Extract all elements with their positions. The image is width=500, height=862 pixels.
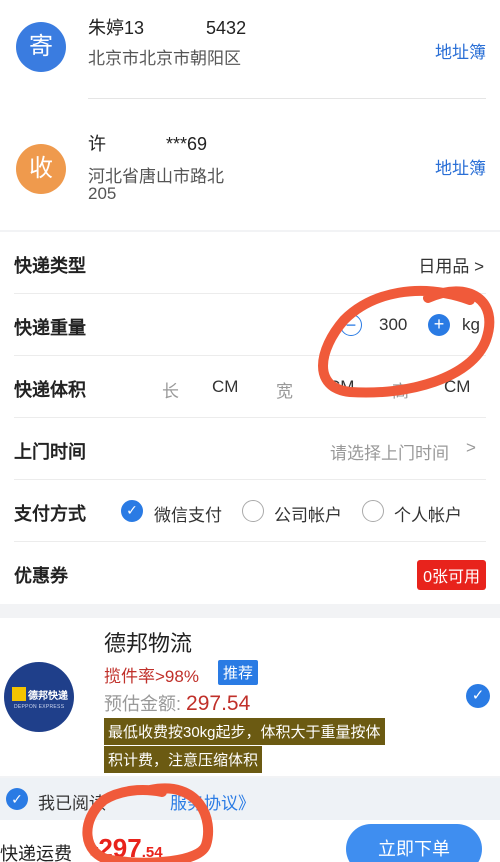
agreement-bar: ✓ 我已阅读 服务协议》	[0, 778, 500, 820]
carrier-selected-check-icon[interactable]: ✓	[466, 684, 490, 708]
pickup-rate: 揽件率>98%	[104, 667, 199, 686]
weight-value[interactable]: 300	[379, 315, 407, 335]
coupon-count-badge[interactable]: 0张可用	[417, 560, 486, 590]
sender-row[interactable]: 寄 朱婷13 5432 北京市北京市朝阳区 地址簿	[0, 0, 500, 98]
checkout-bar: 快递运费 ¥297.54 立即下单	[0, 820, 500, 862]
receiver-row[interactable]: 收 许 ***69 河北省唐山市路北 205 地址簿	[0, 100, 500, 230]
sender-address: 北京市北京市朝阳区	[88, 49, 241, 68]
weight-label: 快递重量	[14, 318, 86, 338]
chevron-right-icon: >	[466, 438, 476, 457]
decrease-weight-button[interactable]: −	[340, 314, 362, 336]
deppon-logo: 德邦快递 DEPPON EXPRESS	[4, 662, 74, 732]
width-input[interactable]: 宽	[276, 377, 293, 402]
sender-name: 朱婷13 5432	[88, 18, 247, 38]
carrier-card[interactable]: 德邦快递 DEPPON EXPRESS 德邦物流 揽件率>98% 推荐 预估金额…	[0, 618, 500, 776]
payment-option-wechat[interactable]: 微信支付	[154, 501, 222, 526]
shipping-fee-price: ¥297.54	[90, 833, 163, 862]
logo-mark-icon	[12, 687, 26, 701]
payment-option-personal[interactable]: 个人帐户	[394, 501, 462, 526]
sender-address-book-link[interactable]: 地址簿	[435, 38, 486, 63]
payment-option-company[interactable]: 公司帐户	[274, 501, 342, 526]
address-card: 寄 朱婷13 5432 北京市北京市朝阳区 地址簿 收 许 ***69 河北省唐山市…	[0, 0, 500, 230]
receiver-address-line2: 205	[88, 184, 117, 203]
estimated-amount-value: 297.54	[186, 692, 251, 715]
place-order-button[interactable]: 立即下单	[346, 824, 482, 862]
payment-label: 支付方式	[14, 504, 86, 524]
estimated-amount: 预估金额: 297.54	[104, 692, 251, 715]
express-type-value[interactable]: 日用品 >	[418, 252, 484, 277]
receiver-name: 许 ***69	[88, 134, 208, 154]
logo-subtext: DEPPON EXPRESS	[14, 704, 65, 710]
increase-weight-button[interactable]: +	[428, 314, 450, 336]
logo-text: 德邦快递	[28, 691, 68, 702]
height-unit: CM	[444, 377, 471, 396]
divider	[88, 98, 486, 99]
sender-badge-icon: 寄	[16, 22, 66, 72]
personal-account-radio[interactable]	[362, 500, 384, 522]
pickup-time-label: 上门时间	[14, 442, 86, 462]
receiver-badge-icon: 收	[16, 144, 66, 194]
coupon-row[interactable]: 优惠券 0张可用	[0, 542, 500, 604]
wechat-pay-radio[interactable]: ✓	[121, 500, 143, 522]
recommended-badge: 推荐	[218, 660, 259, 685]
privacy-blur	[86, 68, 266, 88]
pricing-note-line1: 最低收费按30kg起步，体积大于重量按体	[104, 718, 385, 745]
shipment-form: 快递类型 日用品 > 快递重量 − 300 + kg 快递体积 长 CM 宽 C…	[0, 232, 500, 604]
height-input[interactable]: 高	[392, 377, 409, 402]
carrier-name: 德邦物流	[104, 631, 193, 656]
express-type-row[interactable]: 快递类型 日用品 >	[0, 232, 500, 294]
weight-unit: kg	[462, 315, 480, 334]
receiver-address-book-link[interactable]: 地址簿	[435, 154, 486, 179]
volume-label: 快递体积	[14, 380, 86, 400]
service-agreement-link[interactable]: 服务协议》	[170, 789, 255, 814]
coupon-label: 优惠券	[14, 566, 68, 586]
weight-row: 快递重量 − 300 + kg	[0, 294, 500, 356]
payment-row: 支付方式 ✓ 微信支付 公司帐户 个人帐户	[0, 480, 500, 542]
company-account-radio[interactable]	[242, 500, 264, 522]
pickup-time-row[interactable]: 上门时间 请选择上门时间 >	[0, 418, 500, 480]
length-input[interactable]: 长	[162, 377, 179, 402]
agreement-prefix: 我已阅读	[38, 794, 106, 813]
express-type-label: 快递类型	[14, 256, 86, 276]
volume-row: 快递体积 长 CM 宽 CM 高 CM	[0, 356, 500, 418]
pricing-note-line2: 积计费，注意压缩体积	[104, 746, 263, 773]
agreement-checkbox[interactable]: ✓	[6, 788, 28, 810]
pickup-time-placeholder[interactable]: 请选择上门时间	[330, 439, 449, 464]
length-unit: CM	[212, 377, 239, 396]
shipping-fee-label: 快递运费	[0, 844, 72, 862]
width-unit: CM	[328, 377, 355, 396]
